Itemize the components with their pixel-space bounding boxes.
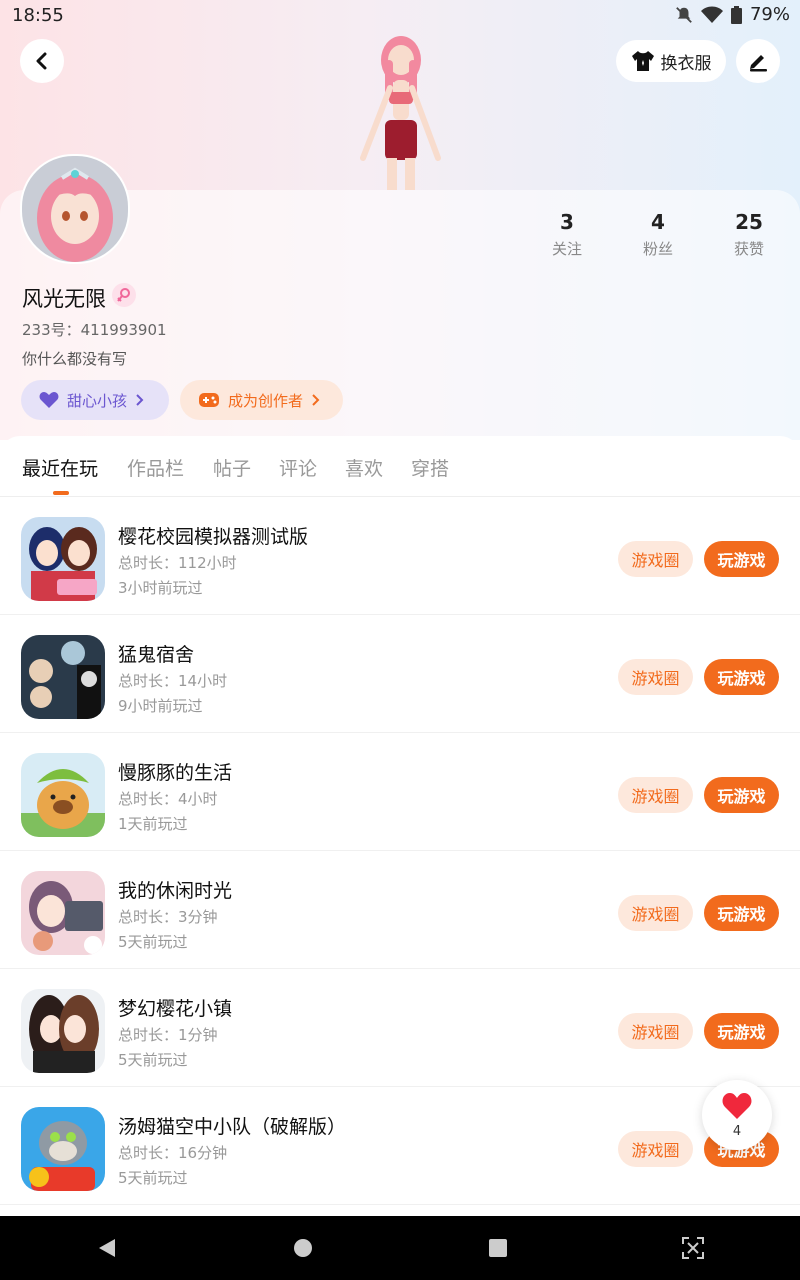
game-duration: 总时长：16分钟 [118,1144,228,1162]
game-duration: 总时长：14小时 [118,672,228,690]
game-icon [21,1107,105,1191]
game-row[interactable]: 我的休闲时光 总时长：3分钟 5天前玩过 游戏圈 玩游戏 [0,850,800,969]
tab-recent-played[interactable]: 最近在玩 [22,454,98,481]
battery-percent: 79% [749,4,790,25]
become-creator-label: 成为创作者 [228,391,304,410]
stat-fans-label: 粉丝 [642,240,673,258]
content-panel: 最近在玩 作品栏 帖子 评论 喜欢 穿搭 樱花校园模拟器测试版 总时长：112小… [0,436,800,1216]
nav-recents-icon[interactable] [488,1238,508,1258]
tab-likes[interactable]: 喜欢 [345,454,383,481]
nav-back-icon[interactable] [97,1238,117,1258]
game-icon [21,753,105,837]
avatar[interactable] [20,154,130,264]
tab-comments[interactable]: 评论 [279,454,317,481]
change-outfit-label: 换衣服 [660,53,712,74]
sweet-badge-button[interactable]: 甜心小孩 [21,380,169,420]
game-row[interactable]: 梦幻樱花小镇 总时长：1分钟 5天前玩过 游戏圈 玩游戏 [0,968,800,1087]
game-last-played: 9小时前玩过 [118,697,203,715]
stat-following-number: 3 [560,210,574,234]
game-circle-button[interactable]: 游戏圈 [618,1131,693,1167]
status-bar: 18:55 79% [0,0,800,32]
play-game-button[interactable]: 玩游戏 [704,541,779,577]
game-last-played: 5天前玩过 [118,933,188,951]
tab-active-indicator [53,491,69,495]
user-name: 风光无限 [22,287,106,311]
game-row[interactable]: 汤姆猫空中小队（破解版） 总时长：16分钟 5天前玩过 游戏圈 玩游戏 [0,1086,800,1205]
heart-icon [722,1093,752,1119]
game-icon [21,635,105,719]
edit-profile-button[interactable] [736,39,780,83]
stat-following[interactable]: 3 关注 [532,210,602,259]
tshirt-icon [631,51,654,71]
game-last-played: 5天前玩过 [118,1051,188,1069]
play-game-button[interactable]: 玩游戏 [704,895,779,931]
system-nav-bar [0,1216,800,1280]
game-duration: 总时长：3分钟 [118,908,218,926]
nav-home-icon[interactable] [293,1238,313,1258]
game-circle-button[interactable]: 游戏圈 [618,659,693,695]
user-id-label: 233号： [22,321,81,339]
game-row[interactable]: 猛鬼宿舍 总时长：14小时 9小时前玩过 游戏圈 玩游戏 [0,614,800,733]
stat-following-label: 关注 [551,240,582,258]
stat-likes[interactable]: 25 获赞 [714,210,784,259]
mute-icon [676,6,692,23]
game-circle-button[interactable]: 游戏圈 [618,541,693,577]
game-duration: 总时长：112小时 [118,554,237,572]
stat-likes-label: 获赞 [733,240,764,258]
back-button[interactable] [20,39,64,83]
game-name: 梦幻樱花小镇 [118,998,233,1020]
female-icon [112,283,136,307]
heart-icon [39,392,59,408]
game-last-played: 3小时前玩过 [118,579,203,597]
game-duration: 总时长：1分钟 [118,1026,218,1044]
play-game-button[interactable]: 玩游戏 [704,1013,779,1049]
game-icon [21,871,105,955]
tab-bar: 最近在玩 作品栏 帖子 评论 喜欢 穿搭 [0,436,800,497]
tab-works[interactable]: 作品栏 [127,454,184,481]
status-icons: 79% [675,4,790,25]
game-name: 樱花校园模拟器测试版 [118,526,309,548]
tab-posts[interactable]: 帖子 [213,454,251,481]
chevron-right-icon [136,394,144,406]
wifi-icon [700,6,723,23]
change-outfit-button[interactable]: 换衣服 [616,40,726,82]
become-creator-button[interactable]: 成为创作者 [180,380,343,420]
game-last-played: 5天前玩过 [118,1169,188,1187]
character-figure[interactable] [345,30,455,190]
back-icon [36,52,47,70]
play-game-button[interactable]: 玩游戏 [704,777,779,813]
user-bio: 你什么都没有写 [22,350,128,368]
battery-icon [730,5,742,24]
like-count: 4 [732,1124,742,1139]
gamepad-icon [199,393,219,407]
game-circle-button[interactable]: 游戏圈 [618,1013,693,1049]
nav-screenshot-icon[interactable] [681,1236,705,1260]
stat-fans[interactable]: 4 粉丝 [623,210,693,259]
stat-fans-number: 4 [651,210,665,234]
game-circle-button[interactable]: 游戏圈 [618,895,693,931]
chevron-right-icon [312,394,320,406]
game-row[interactable]: 樱花校园模拟器测试版 总时长：112小时 3小时前玩过 游戏圈 玩游戏 [0,496,800,615]
sweet-badge-label: 甜心小孩 [67,391,128,410]
stat-likes-number: 25 [735,210,763,234]
game-icon [21,517,105,601]
game-name: 我的休闲时光 [118,880,233,902]
game-row[interactable]: 慢豚豚的生活 总时长：4小时 1天前玩过 游戏圈 玩游戏 [0,732,800,851]
tab-outfits[interactable]: 穿搭 [411,454,449,481]
status-time: 18:55 [12,5,64,26]
game-name: 汤姆猫空中小队（破解版） [118,1116,347,1138]
edit-icon [750,55,767,72]
user-id: 233号：411993901 [22,319,167,340]
play-game-button[interactable]: 玩游戏 [704,659,779,695]
game-circle-button[interactable]: 游戏圈 [618,777,693,813]
user-id-value: 411993901 [80,321,167,339]
game-icon [21,989,105,1073]
avatar-image [22,156,128,262]
game-last-played: 1天前玩过 [118,815,188,833]
game-name: 慢豚豚的生活 [118,762,233,784]
floating-like-button[interactable]: 4 [702,1080,772,1150]
game-name: 猛鬼宿舍 [118,644,195,666]
game-duration: 总时长：4小时 [118,790,218,808]
